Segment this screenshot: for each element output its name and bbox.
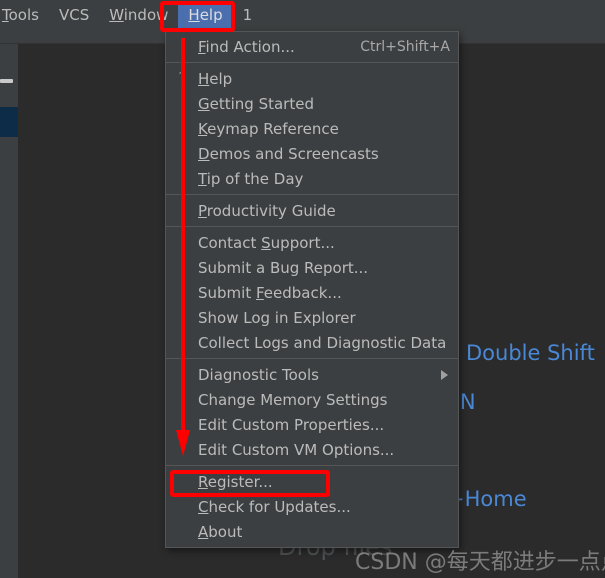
menubar-item-tools[interactable]: Tools: [0, 1, 49, 30]
menu-item-about[interactable]: About: [166, 519, 458, 544]
menu-item-label: Getting Started: [198, 94, 314, 113]
menu-item-productivity-guide[interactable]: Productivity Guide: [166, 198, 458, 223]
menu-item-label: Change Memory Settings: [198, 390, 388, 409]
menu-item-label: Register...: [198, 472, 273, 491]
menu-separator: [166, 358, 458, 359]
menu-item-label: Contact Support...: [198, 233, 335, 252]
menu-item-submit-a-bug-report[interactable]: Submit a Bug Report...: [166, 255, 458, 280]
menu-item-find-action[interactable]: Find Action... Ctrl+Shift+A: [166, 34, 458, 59]
menu-item-label: About: [198, 522, 243, 541]
menu-item-collect-logs-and-diagnostic-data[interactable]: Collect Logs and Diagnostic Data: [166, 330, 458, 355]
menubar-item-vcs[interactable]: VCS: [49, 1, 99, 30]
menu-item-edit-custom-vm-options[interactable]: Edit Custom VM Options...: [166, 437, 458, 462]
tool-window-icon[interactable]: [0, 79, 13, 83]
menu-bar: Tools VCS Window Help 1: [0, 0, 605, 31]
menu-item-label: Submit Feedback...: [198, 283, 342, 302]
menubar-item-window[interactable]: Window: [99, 1, 178, 30]
menu-item-label: Demos and Screencasts: [198, 144, 379, 163]
menu-separator: [166, 226, 458, 227]
help-question-icon: ?: [178, 71, 186, 86]
menu-item-contact-support[interactable]: Contact Support...: [166, 230, 458, 255]
menubar-item-help-label: elp: [199, 6, 223, 24]
menu-item-label: Keymap Reference: [198, 119, 339, 138]
menu-item-label: Diagnostic Tools: [198, 365, 319, 384]
menu-item-label: Productivity Guide: [198, 201, 336, 220]
menu-item-keymap-reference[interactable]: Keymap Reference: [166, 116, 458, 141]
menu-item-tip-of-the-day[interactable]: Tip of the Day: [166, 166, 458, 191]
menu-item-label: Help: [198, 69, 233, 88]
menu-item-demos-and-screencasts[interactable]: Demos and Screencasts: [166, 141, 458, 166]
menu-item-show-log-in-explorer[interactable]: Show Log in Explorer: [166, 305, 458, 330]
menu-item-change-memory-settings[interactable]: Change Memory Settings: [166, 387, 458, 412]
menu-item-register[interactable]: Register...: [166, 469, 458, 494]
menu-separator: [166, 194, 458, 195]
menu-separator: [166, 465, 458, 466]
menu-item-check-for-updates[interactable]: Check for Updates...: [166, 494, 458, 519]
help-dropdown-menu[interactable]: Find Action... Ctrl+Shift+A? Help Getting S…: [165, 31, 459, 548]
menu-item-label: Collect Logs and Diagnostic Data: [198, 333, 447, 352]
menu-item-edit-custom-properties[interactable]: Edit Custom Properties...: [166, 412, 458, 437]
menu-item-label: Check for Updates...: [198, 497, 351, 516]
menu-item-label: Edit Custom Properties...: [198, 415, 385, 434]
menubar-item-window-label: indow: [123, 6, 169, 24]
menubar-item-help[interactable]: Help: [178, 1, 233, 30]
tool-window-selected-tab[interactable]: [0, 107, 18, 137]
menu-item-shortcut: Ctrl+Shift+A: [360, 38, 450, 55]
ide-window: Tools VCS Window Help 1 Double Shift t+N…: [0, 0, 605, 578]
menu-item-diagnostic-tools[interactable]: Diagnostic Tools: [166, 362, 458, 387]
menu-item-label: Tip of the Day: [198, 169, 304, 188]
menubar-item-tools-label: ools: [8, 6, 39, 24]
menu-item-label: Find Action...: [198, 37, 295, 56]
menu-item-label: Submit a Bug Report...: [198, 258, 369, 277]
menu-item-getting-started[interactable]: Getting Started: [166, 91, 458, 116]
menubar-trailing-text: 1: [242, 6, 253, 24]
menubar-item-vcs-label: VCS: [58, 6, 90, 24]
menu-item-help[interactable]: ? Help: [166, 66, 458, 91]
menu-item-label: Edit Custom VM Options...: [198, 440, 395, 459]
menu-separator: [166, 62, 458, 63]
hint-search-everywhere: Double Shift: [466, 341, 595, 365]
chevron-right-icon: [441, 369, 448, 380]
watermark-text: CSDN @每天都进步一点点: [355, 550, 605, 575]
menu-item-label: Show Log in Explorer: [198, 308, 356, 327]
menu-item-submit-feedback[interactable]: Submit Feedback...: [166, 280, 458, 305]
